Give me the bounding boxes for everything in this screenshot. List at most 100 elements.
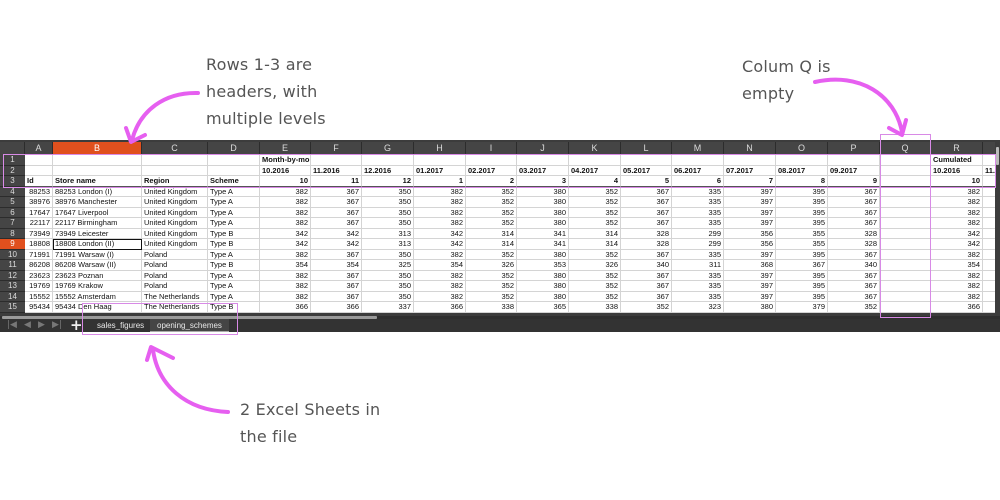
cell-p4[interactable]: 367 xyxy=(828,186,880,197)
cell-h11[interactable]: 354 xyxy=(414,260,466,271)
cell-a15[interactable]: 95434 xyxy=(25,302,53,313)
cell-b7[interactable]: 22117 Birmingham xyxy=(53,218,142,229)
cell-r4[interactable]: 382 xyxy=(931,186,983,197)
cell-k3[interactable]: 4 xyxy=(569,176,621,187)
cell-a4[interactable]: 88253 xyxy=(25,186,53,197)
cell-d4[interactable]: Type A xyxy=(208,186,260,197)
column-header-f[interactable]: F xyxy=(311,142,362,155)
column-header-p[interactable]: P xyxy=(828,142,880,155)
cell-l1[interactable] xyxy=(621,155,672,166)
cell-c6[interactable]: United Kingdom xyxy=(142,207,208,218)
cell-g4[interactable]: 350 xyxy=(362,186,414,197)
cell-d3[interactable]: Scheme xyxy=(208,176,260,187)
cell-o7[interactable]: 395 xyxy=(776,218,828,229)
cell-q11[interactable] xyxy=(880,260,931,271)
cell-m14[interactable]: 335 xyxy=(672,291,724,302)
cell-b12[interactable]: 23623 Poznan xyxy=(53,270,142,281)
cell-h2[interactable]: 01.2017 xyxy=(414,165,466,176)
cell-r3[interactable]: 10 xyxy=(931,176,983,187)
cell-i8[interactable]: 314 xyxy=(466,228,517,239)
cell-o2[interactable]: 08.2017 xyxy=(776,165,828,176)
column-header-q[interactable]: Q xyxy=(880,142,931,155)
cell-j8[interactable]: 341 xyxy=(517,228,569,239)
cell-b1[interactable] xyxy=(53,155,142,166)
cell-j15[interactable]: 365 xyxy=(517,302,569,313)
cell-k9[interactable]: 314 xyxy=(569,239,621,250)
cell-n8[interactable]: 356 xyxy=(724,228,776,239)
cell-e14[interactable]: 382 xyxy=(260,291,311,302)
cell-i4[interactable]: 352 xyxy=(466,186,517,197)
column-header-n[interactable]: N xyxy=(724,142,776,155)
cell-a1[interactable] xyxy=(25,155,53,166)
cell-q4[interactable] xyxy=(880,186,931,197)
row-header-7[interactable]: 7 xyxy=(0,218,25,229)
cell-r11[interactable]: 354 xyxy=(931,260,983,271)
cell-e2[interactable]: 10.2016 xyxy=(260,165,311,176)
cell-r1[interactable]: Cumulated xyxy=(931,155,983,166)
cell-h9[interactable]: 342 xyxy=(414,239,466,250)
cell-l7[interactable]: 367 xyxy=(621,218,672,229)
cell-j3[interactable]: 3 xyxy=(517,176,569,187)
cell-j9[interactable]: 341 xyxy=(517,239,569,250)
cell-q12[interactable] xyxy=(880,270,931,281)
row-header-8[interactable]: 8 xyxy=(0,228,25,239)
cell-p7[interactable]: 367 xyxy=(828,218,880,229)
cell-l14[interactable]: 367 xyxy=(621,291,672,302)
cell-h1[interactable] xyxy=(414,155,466,166)
cell-f11[interactable]: 354 xyxy=(311,260,362,271)
cell-b8[interactable]: 73949 Leicester xyxy=(53,228,142,239)
cell-a3[interactable]: Id xyxy=(25,176,53,187)
cell-j4[interactable]: 380 xyxy=(517,186,569,197)
cell-h7[interactable]: 382 xyxy=(414,218,466,229)
cell-a11[interactable]: 86208 xyxy=(25,260,53,271)
cell-d8[interactable]: Type B xyxy=(208,228,260,239)
cell-j7[interactable]: 380 xyxy=(517,218,569,229)
cell-n3[interactable]: 7 xyxy=(724,176,776,187)
row-header-1[interactable]: 1 xyxy=(0,155,25,166)
cell-r14[interactable]: 382 xyxy=(931,291,983,302)
cell-e3[interactable]: 10 xyxy=(260,176,311,187)
cell-b3[interactable]: Store name xyxy=(53,176,142,187)
cell-g13[interactable]: 350 xyxy=(362,281,414,292)
column-header-e[interactable]: E xyxy=(260,142,311,155)
cell-d13[interactable]: Type A xyxy=(208,281,260,292)
cell-l10[interactable]: 367 xyxy=(621,249,672,260)
cell-j13[interactable]: 380 xyxy=(517,281,569,292)
cell-d9[interactable]: Type B xyxy=(208,239,260,250)
cell-l3[interactable]: 5 xyxy=(621,176,672,187)
column-header-l[interactable]: L xyxy=(621,142,672,155)
cell-i12[interactable]: 352 xyxy=(466,270,517,281)
cell-n9[interactable]: 356 xyxy=(724,239,776,250)
cell-p10[interactable]: 367 xyxy=(828,249,880,260)
cell-k14[interactable]: 352 xyxy=(569,291,621,302)
cell-j6[interactable]: 380 xyxy=(517,207,569,218)
column-header-i[interactable]: I xyxy=(466,142,517,155)
first-sheet-icon[interactable]: |◀ xyxy=(7,320,17,330)
cell-c10[interactable]: Poland xyxy=(142,249,208,260)
cell-q5[interactable] xyxy=(880,197,931,208)
row-header-11[interactable]: 11 xyxy=(0,260,25,271)
cell-p14[interactable]: 367 xyxy=(828,291,880,302)
cell-e1[interactable]: Month-by-month xyxy=(260,155,311,166)
cell-p11[interactable]: 340 xyxy=(828,260,880,271)
next-sheet-icon[interactable]: ▶ xyxy=(38,320,45,330)
cell-m11[interactable]: 311 xyxy=(672,260,724,271)
cell-c2[interactable] xyxy=(142,165,208,176)
cell-k1[interactable] xyxy=(569,155,621,166)
row-header-15[interactable]: 15 xyxy=(0,302,25,313)
cell-n11[interactable]: 368 xyxy=(724,260,776,271)
cell-f3[interactable]: 11 xyxy=(311,176,362,187)
cell-k2[interactable]: 04.2017 xyxy=(569,165,621,176)
column-header-m[interactable]: M xyxy=(672,142,724,155)
column-header-c[interactable]: C xyxy=(142,142,208,155)
cell-m2[interactable]: 06.2017 xyxy=(672,165,724,176)
cell-g8[interactable]: 313 xyxy=(362,228,414,239)
cell-k8[interactable]: 314 xyxy=(569,228,621,239)
cell-o10[interactable]: 395 xyxy=(776,249,828,260)
cell-j1[interactable] xyxy=(517,155,569,166)
cell-h15[interactable]: 366 xyxy=(414,302,466,313)
cell-d12[interactable]: Type A xyxy=(208,270,260,281)
cell-g2[interactable]: 12.2016 xyxy=(362,165,414,176)
cell-m7[interactable]: 335 xyxy=(672,218,724,229)
cell-b13[interactable]: 19769 Krakow xyxy=(53,281,142,292)
